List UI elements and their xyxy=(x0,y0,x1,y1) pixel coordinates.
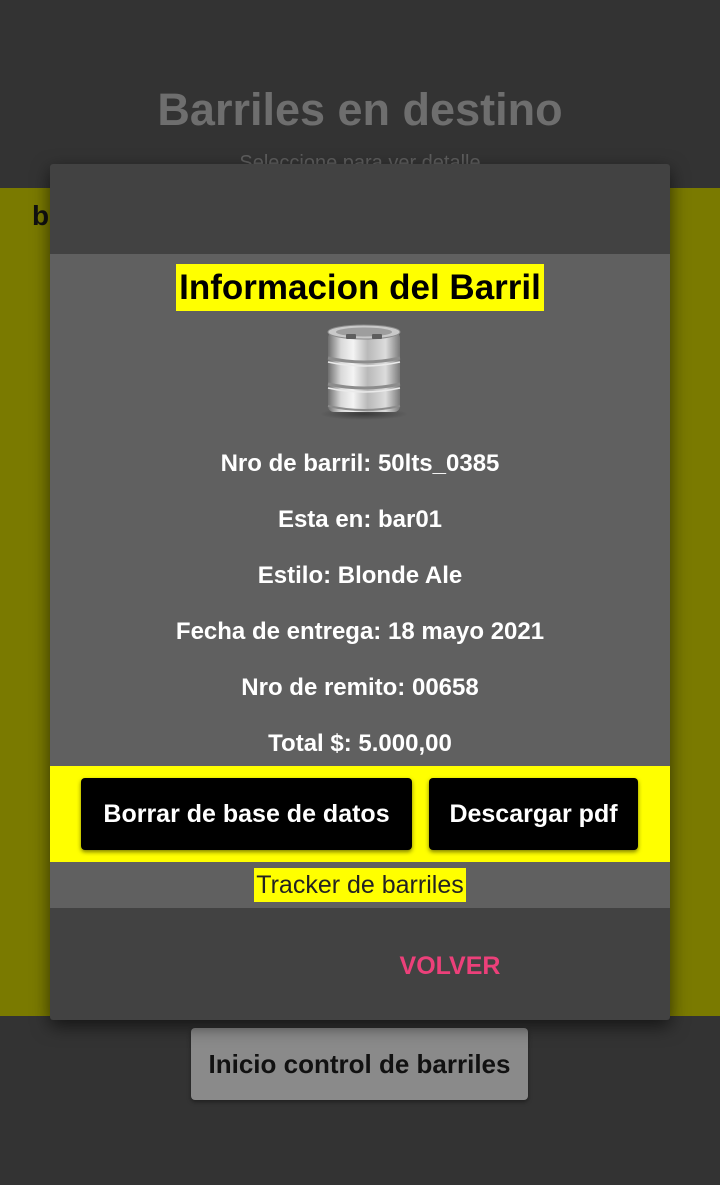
dialog-title-wrap: Informacion del Barril xyxy=(50,264,670,311)
barrel-info-dialog: Informacion del Barril Nro de barril: 50… xyxy=(50,164,670,1020)
barrel-number-text: Nro de barril: 50lts_0385 xyxy=(220,450,500,477)
start-control-button[interactable]: Inicio control de barriles xyxy=(191,1028,528,1100)
back-button[interactable]: VOLVER xyxy=(380,944,520,988)
dialog-action-bar: Borrar de base de datos Descargar pdf xyxy=(50,766,670,862)
beer-style-text: Estilo: Blonde Ale xyxy=(257,562,463,589)
download-pdf-button[interactable]: Descargar pdf xyxy=(429,778,638,850)
page-title: Barriles en destino xyxy=(157,84,563,135)
dialog-title: Informacion del Barril xyxy=(176,264,544,311)
barrel-tracker-link[interactable]: Tracker de barriles xyxy=(254,868,466,902)
delivery-date-text: Fecha de entrega: 18 mayo 2021 xyxy=(175,618,545,645)
screen: Barriles en destino Seleccione para ver … xyxy=(0,0,720,1185)
barrel-list-item-text: b xyxy=(32,200,50,231)
remito-number-text: Nro de remito: 00658 xyxy=(241,674,479,701)
delete-from-database-button[interactable]: Borrar de base de datos xyxy=(81,778,412,850)
beer-keg-icon xyxy=(320,324,408,420)
barrel-location-text: Esta en: bar01 xyxy=(277,506,443,533)
tracker-row: Tracker de barriles xyxy=(50,862,670,908)
total-amount-text: Total $: 5.000,00 xyxy=(268,730,452,757)
